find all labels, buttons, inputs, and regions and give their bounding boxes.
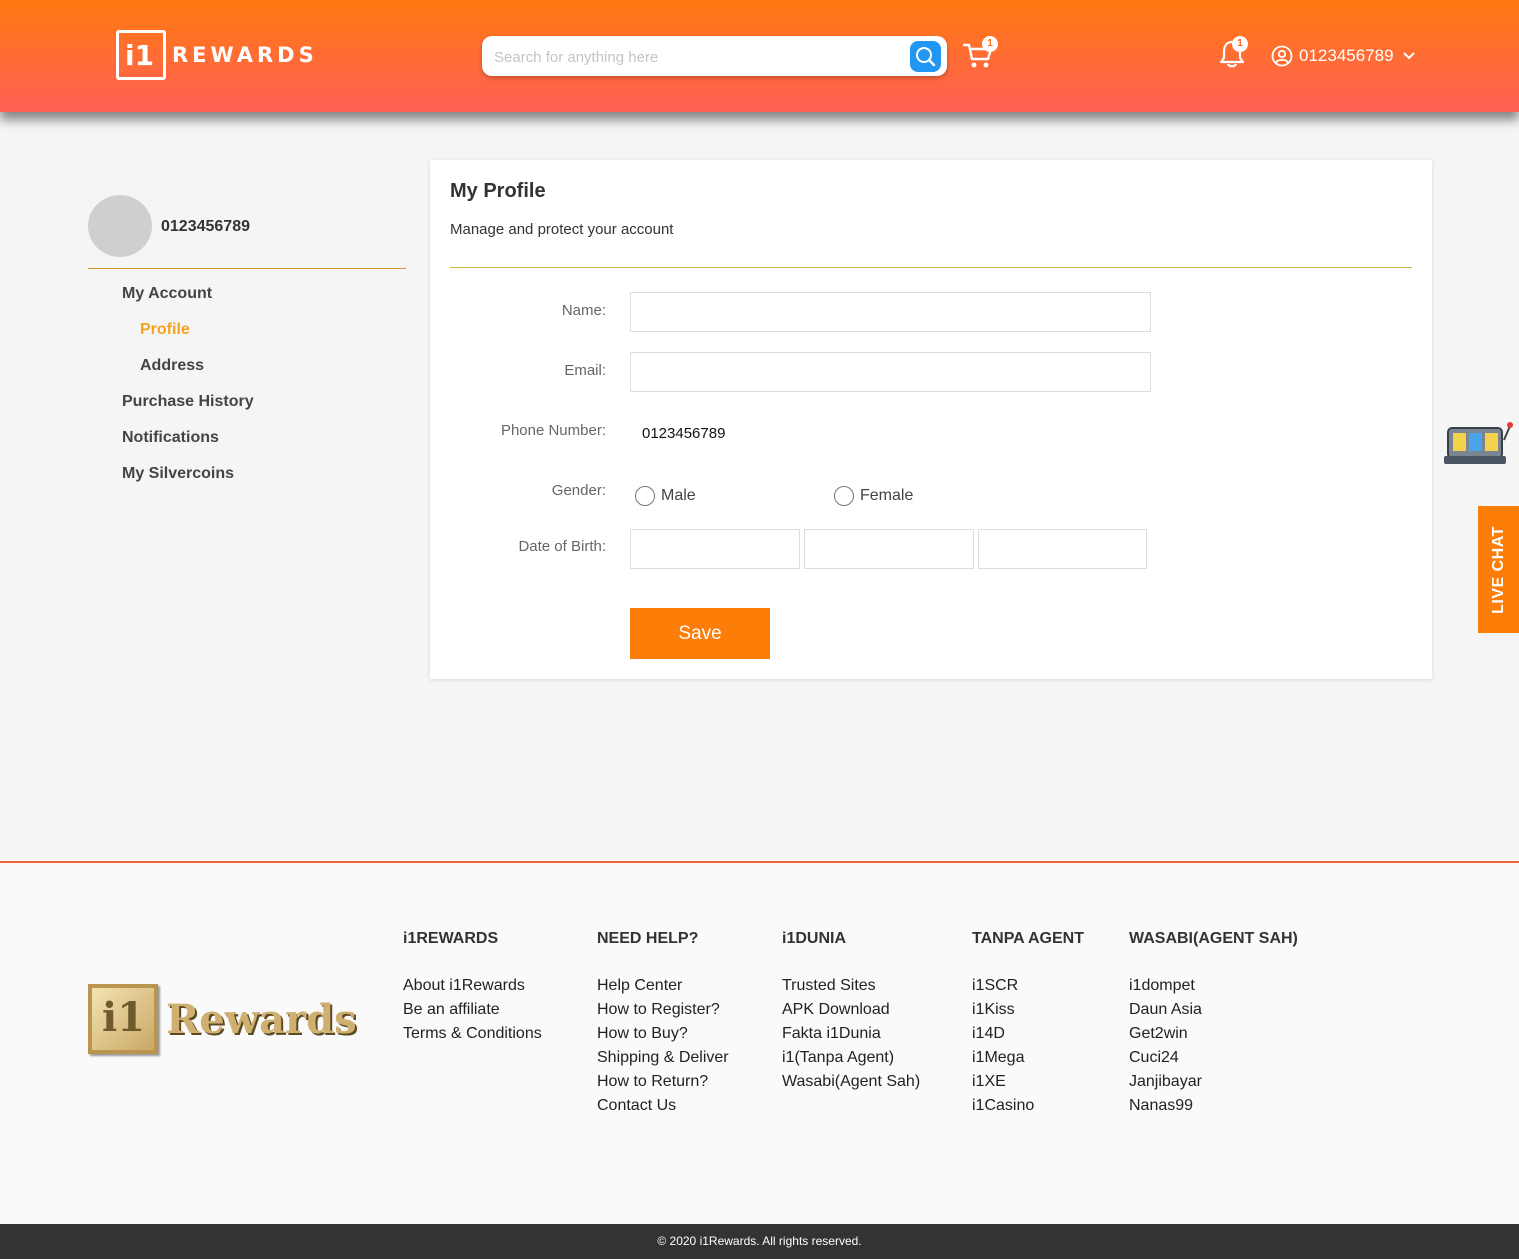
footer: i1 Rewards i1REWARDS About i1Rewards Be … bbox=[0, 861, 1519, 1224]
footer-heading: NEED HELP? bbox=[597, 930, 699, 947]
footer-link[interactable]: i1XE bbox=[972, 1070, 1084, 1094]
chevron-down-icon bbox=[1402, 52, 1415, 60]
footer-heading: i1DUNIA bbox=[782, 930, 847, 947]
dob-day-select[interactable] bbox=[630, 529, 800, 569]
copyright-bar: © 2020 i1Rewards. All rights reserved. bbox=[0, 1224, 1519, 1259]
footer-column-i1dunia: i1DUNIA Trusted Sites APK Download Fakta… bbox=[782, 930, 920, 1094]
sidebar-item-notifications[interactable]: Notifications bbox=[122, 429, 219, 447]
profile-card: My Profile Manage and protect your accou… bbox=[430, 160, 1432, 679]
sidebar-item-profile[interactable]: Profile bbox=[140, 321, 190, 339]
footer-link[interactable]: Terms & Conditions bbox=[403, 1022, 542, 1046]
copyright-text: © 2020 i1Rewards. All rights reserved. bbox=[657, 1234, 862, 1248]
email-field[interactable] bbox=[630, 352, 1151, 392]
footer-logo-mark-text: i1 bbox=[102, 994, 146, 1041]
radio-circle[interactable] bbox=[635, 486, 655, 506]
footer-link[interactable]: i1Kiss bbox=[972, 998, 1084, 1022]
footer-link[interactable]: Get2win bbox=[1129, 1022, 1298, 1046]
cart-count-badge: 1 bbox=[982, 36, 998, 52]
footer-link[interactable]: Trusted Sites bbox=[782, 974, 920, 998]
sidebar-username: 0123456789 bbox=[161, 218, 250, 235]
footer-heading: WASABI(AGENT SAH) bbox=[1129, 930, 1298, 947]
search-icon bbox=[916, 47, 936, 67]
footer-logo-mark: i1 bbox=[88, 984, 158, 1054]
avatar bbox=[88, 195, 152, 257]
gender-label: Gender: bbox=[551, 482, 606, 499]
footer-column-need-help: NEED HELP? Help Center How to Register? … bbox=[597, 930, 729, 1118]
footer-link[interactable]: Nanas99 bbox=[1129, 1094, 1298, 1118]
search-button[interactable] bbox=[910, 41, 941, 72]
slot-machine-widget[interactable] bbox=[1442, 420, 1514, 468]
cart-button[interactable]: 1 bbox=[962, 36, 998, 70]
gender-female-label: Female bbox=[860, 487, 914, 504]
live-chat-button[interactable]: LIVE CHAT bbox=[1478, 506, 1519, 633]
account-username: 0123456789 bbox=[1299, 46, 1394, 65]
notification-count-badge: 1 bbox=[1232, 36, 1248, 52]
sidebar-item-my-account[interactable]: My Account bbox=[122, 285, 212, 303]
footer-link[interactable]: i1Casino bbox=[972, 1094, 1084, 1118]
footer-link[interactable]: How to Register? bbox=[597, 998, 729, 1022]
footer-logo[interactable]: i1 Rewards bbox=[88, 984, 357, 1054]
footer-column-wasabi: WASABI(AGENT SAH) i1dompet Daun Asia Get… bbox=[1129, 930, 1298, 1118]
footer-link[interactable]: Shipping & Deliver bbox=[597, 1046, 729, 1070]
sidebar-divider bbox=[88, 268, 406, 269]
footer-link[interactable]: How to Return? bbox=[597, 1070, 729, 1094]
account-menu[interactable]: 0123456789 bbox=[1271, 44, 1416, 68]
slot-machine-icon bbox=[1444, 422, 1513, 464]
logo-text: REWARDS bbox=[172, 43, 318, 67]
footer-column-i1rewards: i1REWARDS About i1Rewards Be an affiliat… bbox=[403, 930, 542, 1046]
sidebar-item-my-silvercoins[interactable]: My Silvercoins bbox=[122, 465, 234, 483]
gender-male-radio[interactable]: Male bbox=[635, 486, 696, 506]
footer-link[interactable]: Daun Asia bbox=[1129, 998, 1298, 1022]
gender-male-label: Male bbox=[661, 487, 696, 504]
logo-mark-text: i1 bbox=[125, 39, 155, 72]
brand-logo[interactable]: i1 REWARDS bbox=[116, 30, 318, 80]
page-title: My Profile bbox=[450, 180, 546, 202]
phone-value: 0123456789 bbox=[642, 425, 726, 442]
footer-link[interactable]: i1dompet bbox=[1129, 974, 1298, 998]
radio-circle[interactable] bbox=[834, 486, 854, 506]
save-button[interactable]: Save bbox=[630, 608, 770, 659]
dob-month-select[interactable] bbox=[804, 529, 974, 569]
email-label: Email: bbox=[564, 362, 606, 379]
footer-column-tanpa-agent: TANPA AGENT i1SCR i1Kiss i14D i1Mega i1X… bbox=[972, 930, 1084, 1118]
footer-link[interactable]: APK Download bbox=[782, 998, 920, 1022]
top-header: i1 REWARDS 1 1 012 bbox=[0, 0, 1519, 112]
dob-year-select[interactable] bbox=[978, 529, 1147, 569]
footer-link[interactable]: Fakta i1Dunia bbox=[782, 1022, 920, 1046]
footer-link[interactable]: About i1Rewards bbox=[403, 974, 542, 998]
footer-link[interactable]: Cuci24 bbox=[1129, 1046, 1298, 1070]
footer-link[interactable]: Be an affiliate bbox=[403, 998, 542, 1022]
user-circle-icon bbox=[1271, 45, 1293, 67]
footer-logo-text: Rewards bbox=[166, 995, 357, 1043]
footer-heading: i1REWARDS bbox=[403, 930, 499, 947]
footer-link[interactable]: i1SCR bbox=[972, 974, 1084, 998]
footer-link[interactable]: i14D bbox=[972, 1022, 1084, 1046]
notifications-button[interactable]: 1 bbox=[1218, 36, 1248, 70]
gender-female-radio[interactable]: Female bbox=[834, 486, 913, 506]
footer-link[interactable]: Janjibayar bbox=[1129, 1070, 1298, 1094]
dob-label: Date of Birth: bbox=[518, 538, 606, 555]
live-chat-label: LIVE CHAT bbox=[1489, 525, 1507, 614]
footer-link[interactable]: Wasabi(Agent Sah) bbox=[782, 1070, 920, 1094]
sidebar-item-purchase-history[interactable]: Purchase History bbox=[122, 393, 254, 411]
footer-link[interactable]: i1(Tanpa Agent) bbox=[782, 1046, 920, 1070]
footer-link[interactable]: Contact Us bbox=[597, 1094, 729, 1118]
footer-link[interactable]: i1Mega bbox=[972, 1046, 1084, 1070]
search-input[interactable] bbox=[494, 46, 894, 68]
name-field[interactable] bbox=[630, 292, 1151, 332]
sidebar-item-address[interactable]: Address bbox=[140, 357, 204, 375]
footer-link[interactable]: How to Buy? bbox=[597, 1022, 729, 1046]
search-bar bbox=[482, 36, 947, 76]
footer-heading: TANPA AGENT bbox=[972, 930, 1084, 947]
card-divider bbox=[450, 267, 1412, 268]
name-label: Name: bbox=[561, 302, 606, 319]
logo-mark: i1 bbox=[116, 30, 166, 80]
phone-label: Phone Number: bbox=[500, 422, 606, 439]
page-subtitle: Manage and protect your account bbox=[450, 221, 674, 238]
footer-link[interactable]: Help Center bbox=[597, 974, 729, 998]
